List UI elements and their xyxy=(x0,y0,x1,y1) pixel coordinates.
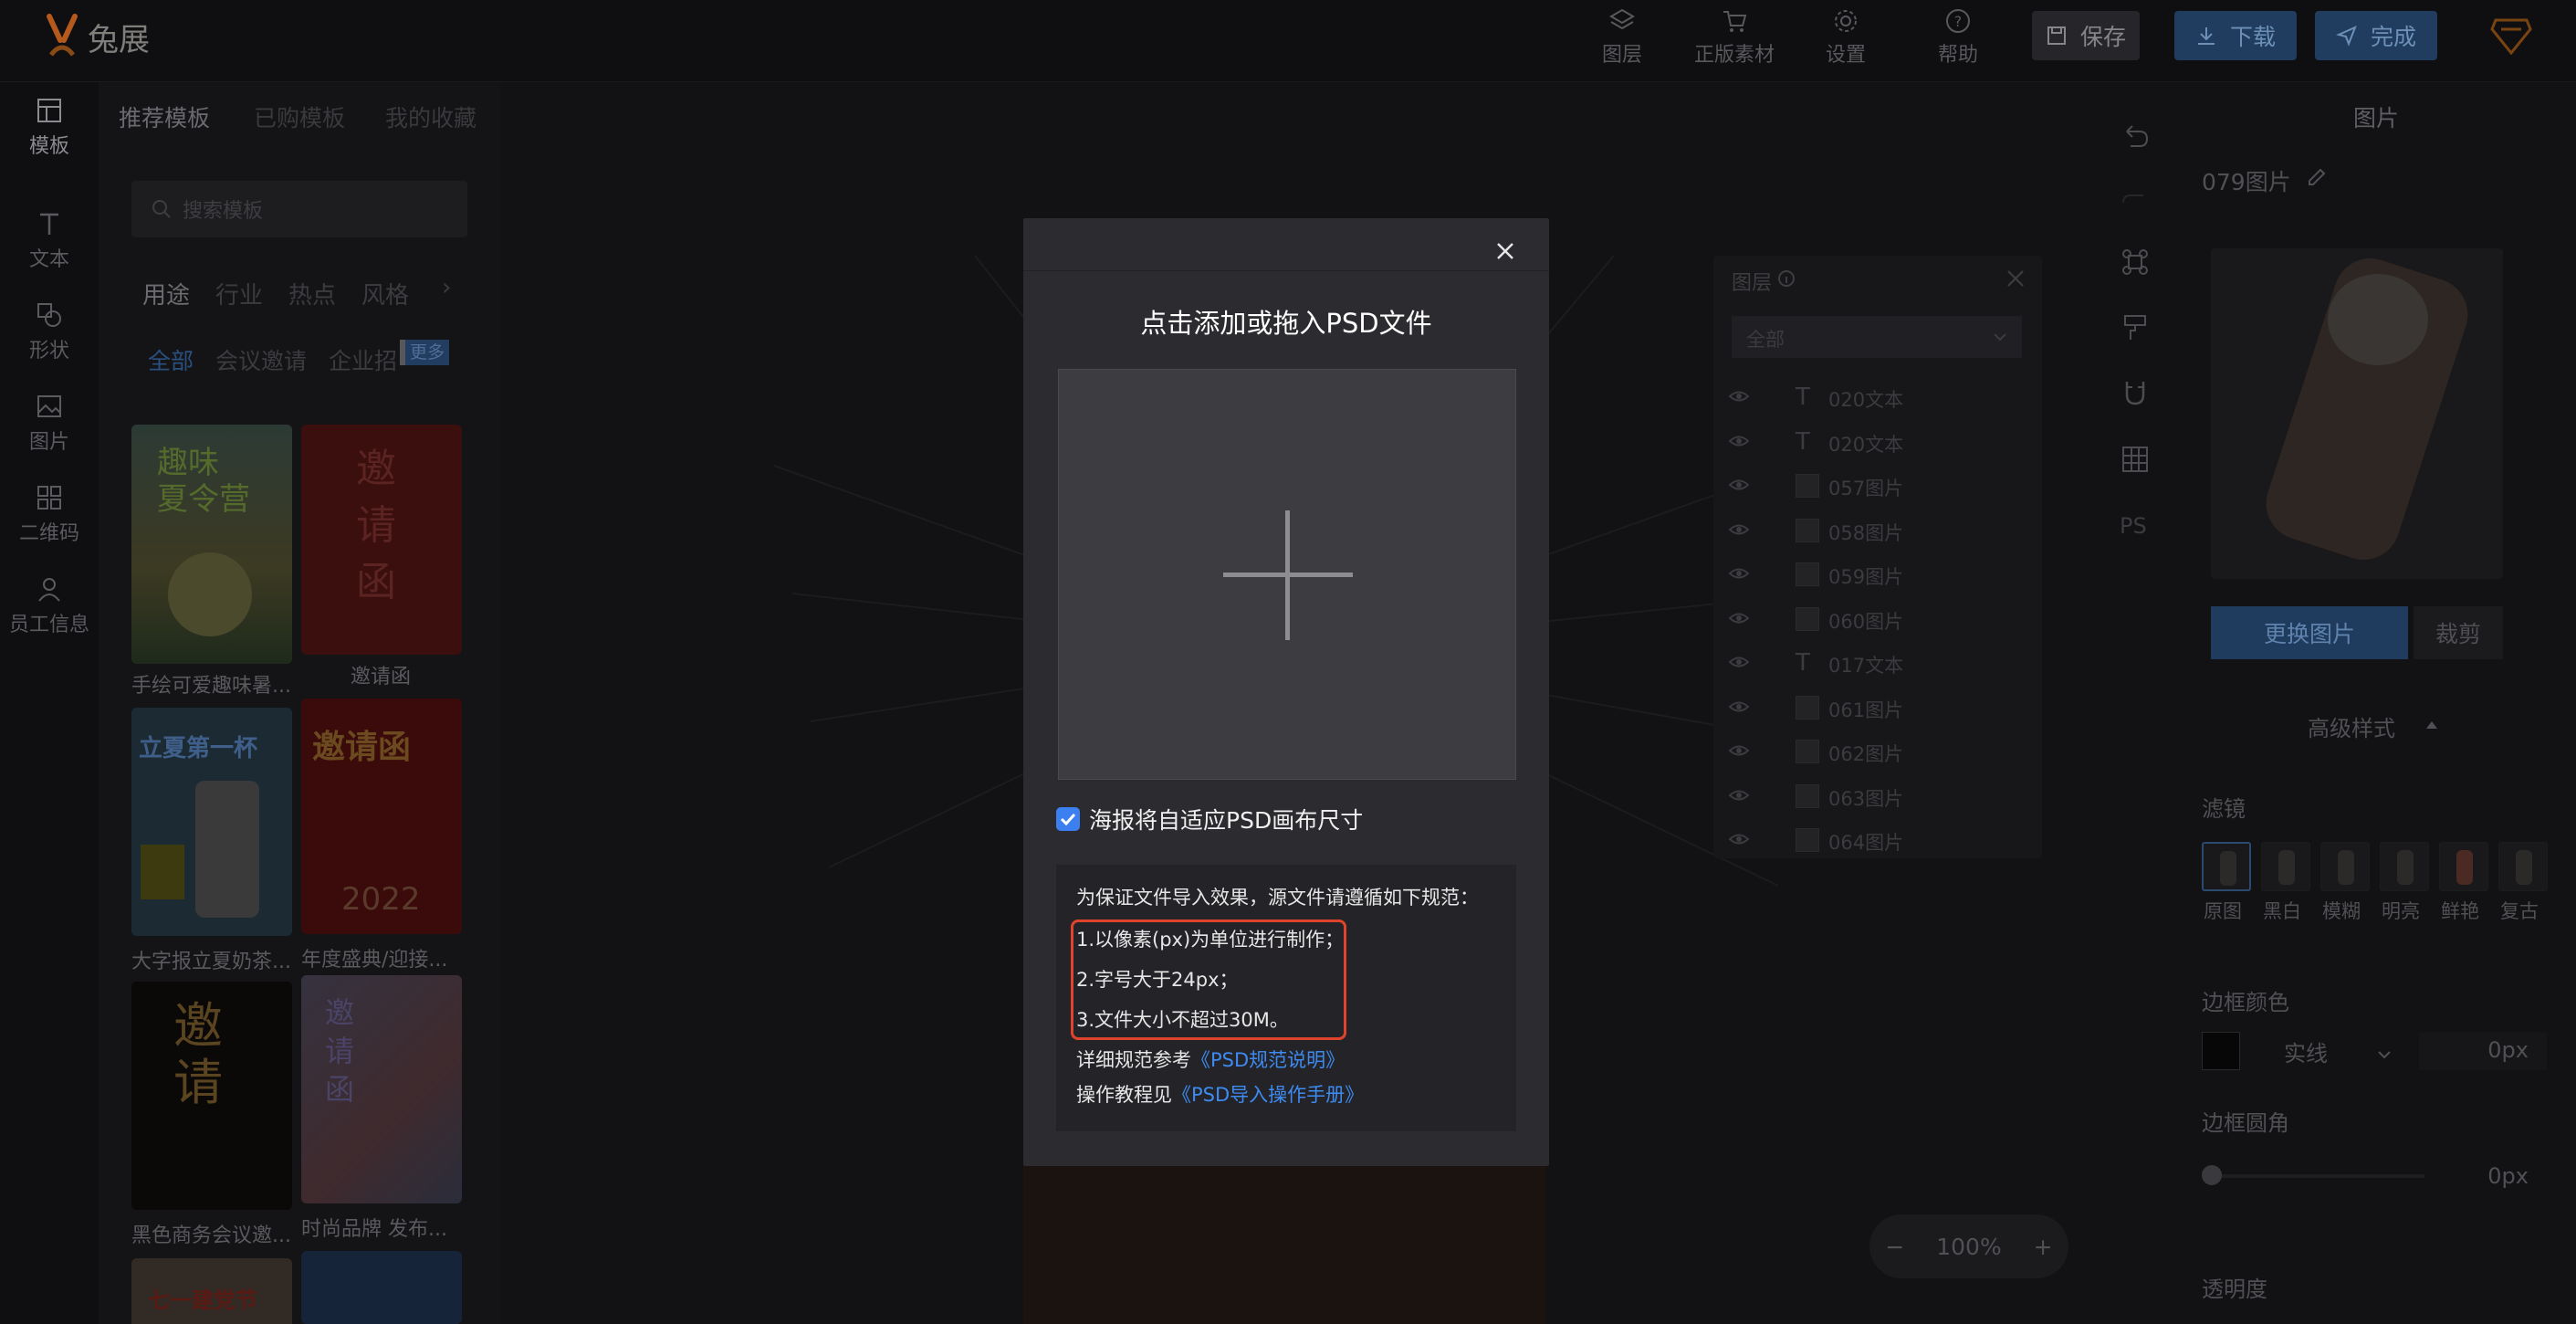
import-rules-box: 为保证文件导入效果，源文件请遵循如下规范： 1.以像素(px)为单位进行制作； … xyxy=(1056,865,1516,1131)
fit-canvas-label: 海报将自适应PSD画布尺寸 xyxy=(1089,807,1364,834)
spec-reference: 详细规范参考《PSD规范说明》 xyxy=(1076,1046,1345,1073)
plus-icon-vertical xyxy=(1285,510,1290,640)
psd-manual-link[interactable]: 《PSD导入操作手册》 xyxy=(1172,1084,1364,1106)
psd-spec-link[interactable]: 《PSD规范说明》 xyxy=(1191,1049,1345,1071)
dialog-title: 点击添加或拖入PSD文件 xyxy=(1140,308,1432,339)
checkbox-checked-icon[interactable] xyxy=(1056,807,1080,831)
fit-canvas-checkbox[interactable]: 海报将自适应PSD画布尺寸 xyxy=(1056,803,1363,835)
rules-highlight-box xyxy=(1071,919,1346,1040)
editor-app: 兔展 图层 正版素材 设置 ? 帮助 保存 下载 完成 模板 文本 形状 图片 … xyxy=(0,0,2576,1324)
close-icon[interactable] xyxy=(1489,235,1522,268)
manual-reference: 操作教程见《PSD导入操作手册》 xyxy=(1076,1080,1364,1108)
dialog-divider xyxy=(1023,270,1549,271)
psd-import-dialog: 点击添加或拖入PSD文件 海报将自适应PSD画布尺寸 为保证文件导入效果，源文件… xyxy=(1023,218,1549,1166)
manual-prefix: 操作教程见 xyxy=(1076,1084,1172,1106)
psd-dropzone[interactable] xyxy=(1058,369,1516,780)
rules-intro: 为保证文件导入效果，源文件请遵循如下规范： xyxy=(1076,887,1479,909)
spec-prefix: 详细规范参考 xyxy=(1076,1049,1191,1071)
